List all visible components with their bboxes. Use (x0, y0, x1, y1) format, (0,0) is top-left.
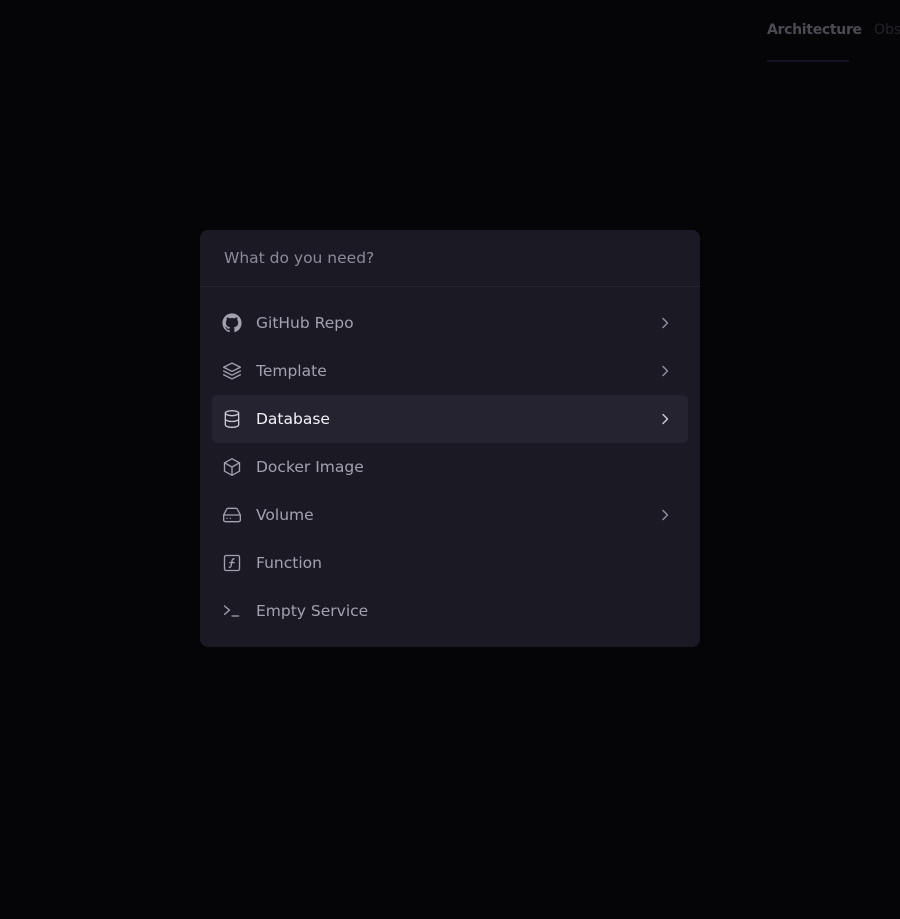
database-icon (222, 409, 246, 433)
chevron-right-icon (658, 364, 672, 378)
menu-item-label: GitHub Repo (256, 314, 354, 332)
menu-item-label: Empty Service (256, 602, 369, 620)
page-backdrop: Architecture Obs GitHub Repo Templa (0, 0, 900, 919)
layers-icon (222, 361, 246, 385)
menu-item-github-repo[interactable]: GitHub Repo (212, 299, 688, 347)
chevron-right-icon (658, 412, 672, 426)
github-icon (222, 313, 246, 337)
menu-item-function[interactable]: Function (212, 539, 688, 587)
active-tab-indicator (767, 60, 849, 62)
hard-drive-icon (222, 505, 246, 529)
top-navigation: Architecture Obs (0, 0, 900, 62)
search-input[interactable] (224, 246, 674, 270)
command-palette-dialog: GitHub Repo Template Database (200, 230, 700, 647)
menu-item-label: Function (256, 554, 322, 572)
terminal-icon (222, 601, 246, 625)
menu-item-label: Volume (256, 506, 314, 524)
menu-item-volume[interactable]: Volume (212, 491, 688, 539)
menu-item-label: Database (256, 410, 330, 428)
chevron-right-icon (658, 508, 672, 522)
box-icon (222, 457, 246, 481)
menu-item-template[interactable]: Template (212, 347, 688, 395)
function-icon (222, 553, 246, 577)
tab-observability[interactable]: Obs (874, 20, 900, 40)
chevron-right-icon (658, 316, 672, 330)
service-type-menu: GitHub Repo Template Database Docker Ima… (212, 299, 688, 635)
menu-item-empty-service[interactable]: Empty Service (212, 587, 688, 635)
tab-architecture[interactable]: Architecture (767, 20, 862, 40)
menu-item-label: Docker Image (256, 458, 364, 476)
menu-item-label: Template (256, 362, 327, 380)
menu-item-database[interactable]: Database (212, 395, 688, 443)
search-row (200, 230, 700, 287)
menu-item-docker-image[interactable]: Docker Image (212, 443, 688, 491)
